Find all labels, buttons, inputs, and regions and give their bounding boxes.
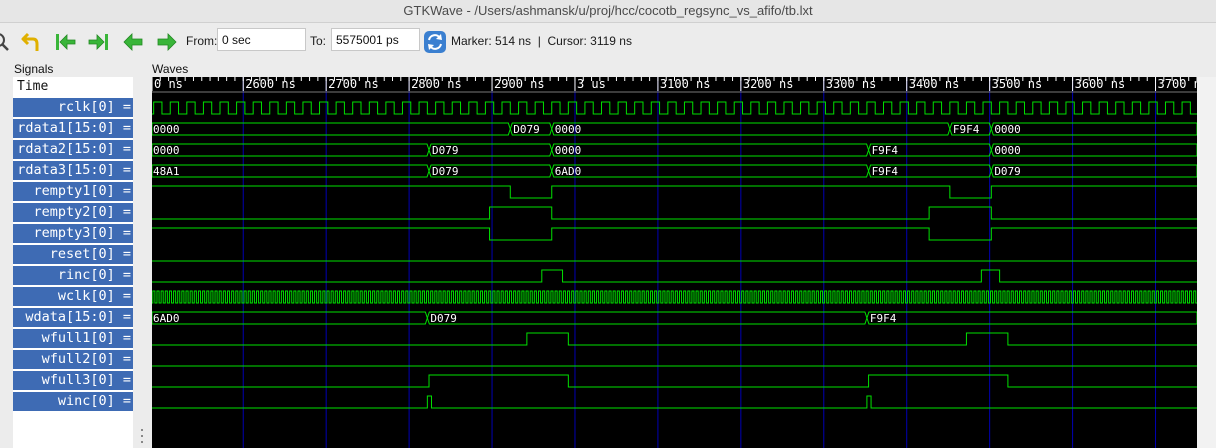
signal-row[interactable]: reset[0] = (13, 245, 133, 264)
signal-row[interactable]: wdata[15:0] = (13, 308, 133, 327)
bit-trace-rinc (152, 269, 1197, 283)
bus-value-label: 0000 (555, 123, 582, 136)
bit-trace-rempty3 (152, 227, 1197, 241)
bus-value-label: 48A1 (153, 165, 180, 178)
bit-trace-rempty1 (152, 185, 1197, 199)
time-tick-label: 2700 ns (328, 77, 379, 91)
bus-value-label: D079 (994, 165, 1021, 178)
signal-list-header: Time (13, 77, 133, 96)
toolbar: From: To: Marker: 514 ns | Cursor: 3119 … (0, 23, 1216, 61)
zoom-icon[interactable] (0, 30, 14, 54)
vertical-scrollbar[interactable] (1197, 77, 1216, 448)
pane-divider[interactable] (136, 77, 150, 448)
signal-row[interactable]: wfull1[0] = (13, 329, 133, 348)
time-tick-label: 3600 ns (1075, 77, 1126, 91)
time-tick-label: 2600 ns (245, 77, 296, 91)
waveform-canvas[interactable]: 0 ns 2600 ns 2700 ns 2800 ns 2900 ns 3 us 3100… (152, 77, 1197, 448)
bus-value-label: 0000 (994, 144, 1021, 157)
bit-trace-wfull1 (152, 332, 1197, 346)
signal-list: Time rclk[0] = rdata1[15:0] = rdata2[15:… (13, 77, 133, 448)
clock-trace-rclk (152, 101, 1197, 115)
signal-row[interactable]: wfull3[0] = (13, 371, 133, 390)
bus-segment-wdata (426, 311, 868, 325)
bus-segment-rdata1 (152, 122, 511, 136)
time-tick-label: 3200 ns (743, 77, 794, 91)
waves-panel-label: Waves (152, 62, 189, 76)
bus-value-label: 0000 (153, 123, 180, 136)
bus-value-label: 6AD0 (153, 312, 180, 325)
bus-segment-rdata1 (551, 122, 951, 136)
jump-start-icon[interactable] (53, 30, 77, 54)
bus-value-label: 0000 (153, 144, 180, 157)
signal-row[interactable]: rdata3[15:0] = (13, 161, 133, 180)
bus-value-label: 0000 (555, 144, 582, 157)
time-tick-label: 2800 ns (411, 77, 462, 91)
time-tick-label: 3100 ns (660, 77, 711, 91)
to-label: To: (310, 34, 327, 48)
time-tick-label: 2900 ns (494, 77, 545, 91)
bus-segment-rdata2 (990, 143, 1197, 157)
undo-icon[interactable] (20, 30, 44, 54)
marker-cursor-status: Marker: 514 ns | Cursor: 3119 ns (451, 34, 632, 48)
bit-trace-rempty2 (152, 206, 1197, 220)
from-input[interactable] (217, 28, 306, 51)
signal-row[interactable]: rdata2[15:0] = (13, 140, 133, 159)
bit-trace-wfull3 (152, 374, 1197, 388)
signal-row[interactable]: wclk[0] = (13, 287, 133, 306)
bus-value-label: F9F4 (953, 123, 980, 136)
bus-segment-rdata3 (551, 164, 870, 178)
time-tick-label: 3400 ns (909, 77, 960, 91)
jump-end-icon[interactable] (87, 30, 111, 54)
waveform-view[interactable]: 0 ns 2600 ns 2700 ns 2800 ns 2900 ns 3 us 3100… (152, 77, 1197, 448)
signals-panel-label: Signals (14, 62, 54, 76)
bus-value-label: F9F4 (872, 144, 899, 157)
signal-row[interactable]: rempty1[0] = (13, 182, 133, 201)
bus-value-label: D079 (513, 123, 540, 136)
reload-icon[interactable] (423, 30, 447, 54)
signal-row[interactable]: winc[0] = (13, 392, 133, 411)
back-arrow-icon[interactable] (121, 30, 145, 54)
signal-row[interactable]: rempty3[0] = (13, 224, 133, 243)
bus-value-label: D079 (432, 165, 459, 178)
bus-value-label: F9F4 (870, 312, 897, 325)
bus-segment-wdata (152, 311, 428, 325)
bus-value-label: 0000 (994, 123, 1021, 136)
to-input[interactable] (331, 28, 420, 51)
signal-row[interactable]: rempty2[0] = (13, 203, 133, 222)
bus-value-label: D079 (430, 312, 457, 325)
from-label: From: (186, 34, 218, 48)
bus-value-label: 6AD0 (555, 165, 582, 178)
bus-value-label: D079 (432, 144, 459, 157)
bus-segment-wdata (866, 311, 1197, 325)
clock-trace-wclk (152, 290, 1197, 304)
bus-segment-rdata2 (551, 143, 870, 157)
bit-trace-winc (152, 395, 1197, 409)
forward-arrow-icon[interactable] (155, 30, 179, 54)
signal-row[interactable]: rdata1[15:0] = (13, 119, 133, 138)
bus-segment-rdata3 (152, 164, 430, 178)
signal-row[interactable]: wfull2[0] = (13, 350, 133, 369)
bus-segment-rdata3 (990, 164, 1197, 178)
window-title: GTKWave - /Users/ashmansk/u/proj/hcc/coc… (0, 0, 1216, 23)
bus-segment-rdata2 (152, 143, 430, 157)
signal-row[interactable]: rclk[0] = (13, 98, 133, 117)
bus-value-label: F9F4 (872, 165, 899, 178)
time-tick-label: 3300 ns (826, 77, 877, 91)
time-tick-label: 3500 ns (992, 77, 1043, 91)
signal-row[interactable]: rinc[0] = (13, 266, 133, 285)
bus-segment-rdata1 (990, 122, 1197, 136)
